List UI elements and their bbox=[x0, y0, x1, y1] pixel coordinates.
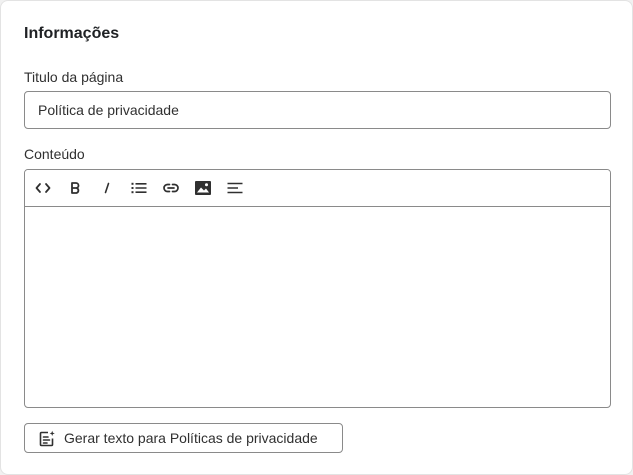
generate-button-label: Gerar texto para Políticas de privacidad… bbox=[64, 430, 318, 446]
image-icon bbox=[195, 181, 211, 195]
page-title-input[interactable] bbox=[24, 91, 611, 129]
italic-icon bbox=[104, 182, 110, 194]
code-button[interactable] bbox=[32, 178, 54, 198]
code-icon bbox=[35, 183, 51, 193]
bold-icon bbox=[71, 182, 80, 194]
generate-privacy-policy-button[interactable]: Gerar texto para Políticas de privacidad… bbox=[24, 423, 343, 453]
information-card: Informações Titulo da página Conteúdo bbox=[0, 0, 633, 475]
content-label: Conteúdo bbox=[24, 146, 85, 162]
link-button[interactable] bbox=[160, 178, 182, 198]
italic-button[interactable] bbox=[96, 178, 118, 198]
align-left-icon bbox=[227, 182, 243, 194]
editor-toolbar bbox=[25, 170, 610, 207]
bold-button[interactable] bbox=[64, 178, 86, 198]
page-title-label: Titulo da página bbox=[24, 69, 124, 85]
align-left-button[interactable] bbox=[224, 178, 246, 198]
card-title: Informações bbox=[24, 25, 120, 42]
editor-content-area[interactable] bbox=[25, 207, 610, 407]
link-icon bbox=[163, 183, 179, 193]
image-button[interactable] bbox=[192, 178, 214, 198]
sparkle-document-icon bbox=[38, 429, 56, 447]
bulleted-list-button[interactable] bbox=[128, 178, 150, 198]
rich-text-editor bbox=[24, 169, 611, 408]
bulleted-list-icon bbox=[131, 182, 147, 194]
